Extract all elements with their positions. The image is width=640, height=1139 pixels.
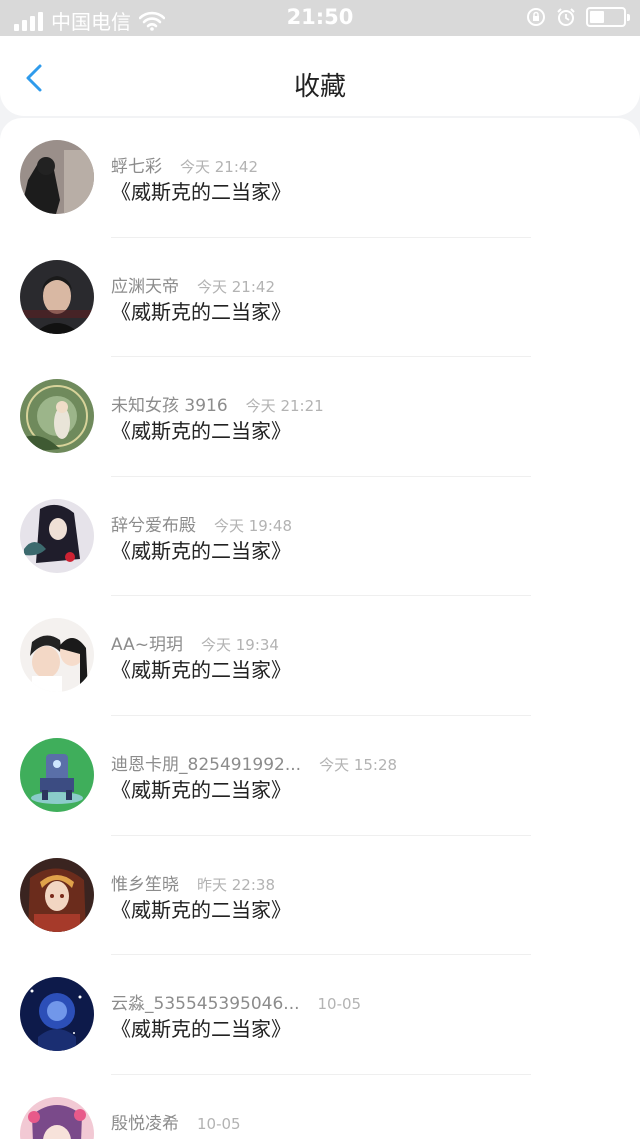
avatar-image: [20, 857, 94, 932]
avatar-image: [20, 737, 94, 812]
avatar[interactable]: [20, 1096, 94, 1139]
favorites-list-panel: 蜉七彩 今天 21:42 《威斯克的二当家》 应渊天帝 今天 21:42 《威斯克的二当家…: [0, 118, 640, 1139]
item-meta: 殷悦凌希 10-05: [111, 1109, 241, 1134]
avatar[interactable]: [20, 140, 94, 214]
timestamp: 今天 19:34: [200, 636, 279, 655]
book-title[interactable]: 《威斯克的二当家》: [111, 415, 291, 444]
timestamp: 今天 21:42: [197, 277, 275, 296]
item-meta: 未知女孩 3916 今天 21:21: [111, 391, 324, 416]
avatar-image: [20, 498, 94, 573]
favorites-list: 蜉七彩 今天 21:42 《威斯克的二当家》 应渊天帝 今天 21:42 《威斯克的二当家…: [0, 118, 640, 1139]
item-meta: 应渊天帝 今天 21:42: [111, 272, 275, 297]
user-name[interactable]: AA~玥玥: [111, 630, 183, 655]
timestamp: 今天 15:28: [319, 755, 398, 774]
user-name[interactable]: 蜉七彩: [111, 152, 162, 177]
favorite-item[interactable]: 云淼_535545395046... 10-05 《威斯克的二当家》: [0, 955, 640, 1075]
avatar[interactable]: [20, 737, 94, 812]
status-bar: 中国电信 21:50: [0, 0, 640, 36]
favorite-item[interactable]: 惟乡笙晓 昨天 22:38 《威斯克的二当家》: [0, 836, 640, 956]
timestamp: 今天 21:42: [180, 158, 258, 176]
timestamp: 昨天 22:38: [197, 875, 275, 894]
favorite-item[interactable]: 蜉七彩 今天 21:42 《威斯克的二当家》: [0, 118, 640, 238]
item-meta: AA~玥玥 今天 19:34: [111, 630, 279, 655]
user-name[interactable]: 惟乡笙晓: [111, 870, 179, 895]
avatar-image: [20, 140, 94, 214]
user-name[interactable]: 云淼_535545395046...: [111, 989, 300, 1014]
alarm-icon: [557, 8, 575, 26]
nav-bar: 收藏: [0, 36, 640, 116]
user-name[interactable]: 辞兮爱布殿: [111, 511, 196, 536]
avatar-image: [20, 977, 94, 1052]
item-meta: 惟乡笙晓 昨天 22:38: [111, 870, 275, 895]
status-right: [526, 7, 630, 27]
avatar[interactable]: [20, 259, 94, 334]
book-title[interactable]: 《威斯克的二当家》: [111, 1013, 291, 1042]
book-title[interactable]: 《威斯克的二当家》: [111, 894, 291, 923]
item-meta: 蜉七彩 今天 21:42: [111, 152, 258, 177]
user-name[interactable]: 殷悦凌希: [111, 1109, 179, 1134]
favorite-item[interactable]: 辞兮爱布殿 今天 19:48 《威斯克的二当家》: [0, 477, 640, 597]
avatar[interactable]: [20, 857, 94, 932]
user-name[interactable]: 迪恩卡朋_825491992...: [111, 750, 301, 775]
user-name[interactable]: 未知女孩 3916: [111, 391, 228, 416]
item-meta: 云淼_535545395046... 10-05: [111, 989, 361, 1014]
timestamp: 今天 21:21: [245, 397, 324, 416]
avatar[interactable]: [20, 618, 94, 693]
avatar-image: [20, 259, 94, 334]
favorite-item[interactable]: 殷悦凌希 10-05《威斯克的二当家》: [0, 1075, 640, 1139]
favorite-item[interactable]: 应渊天帝 今天 21:42 《威斯克的二当家》: [0, 238, 640, 358]
timestamp: 今天 19:48: [214, 516, 292, 535]
avatar[interactable]: [20, 379, 94, 454]
favorite-item[interactable]: 未知女孩 3916 今天 21:21 《威斯克的二当家》: [0, 357, 640, 477]
rotation-lock-icon: [527, 8, 545, 26]
item-meta: 迪恩卡朋_825491992... 今天 15:28: [111, 750, 397, 775]
favorite-item[interactable]: 迪恩卡朋_825491992... 今天 15:28 《威斯克的二当家》: [0, 716, 640, 836]
avatar-image: [20, 1096, 94, 1139]
avatar-image: [20, 618, 94, 693]
avatar[interactable]: [20, 977, 94, 1052]
book-title[interactable]: 《威斯克的二当家》: [111, 654, 291, 683]
avatar[interactable]: [20, 498, 94, 573]
page-title: 收藏: [293, 72, 346, 102]
book-title[interactable]: 《威斯克的二当家》: [111, 535, 291, 564]
avatar-image: [20, 379, 94, 454]
user-name[interactable]: 应渊天帝: [111, 272, 179, 297]
battery-icon: [586, 7, 630, 27]
book-title[interactable]: 《威斯克的二当家》: [111, 176, 291, 205]
book-title[interactable]: 《威斯克的二当家》: [111, 296, 291, 325]
timestamp: 10-05: [317, 995, 362, 1014]
favorite-item[interactable]: AA~玥玥 今天 19:34 《威斯克的二当家》: [0, 596, 640, 716]
item-meta: 辞兮爱布殿 今天 19:48: [111, 511, 292, 536]
timestamp: 10-05: [197, 1114, 241, 1133]
book-title[interactable]: 《威斯克的二当家》: [111, 774, 291, 803]
book-title[interactable]: 《威斯克的二当家》: [111, 1133, 291, 1139]
